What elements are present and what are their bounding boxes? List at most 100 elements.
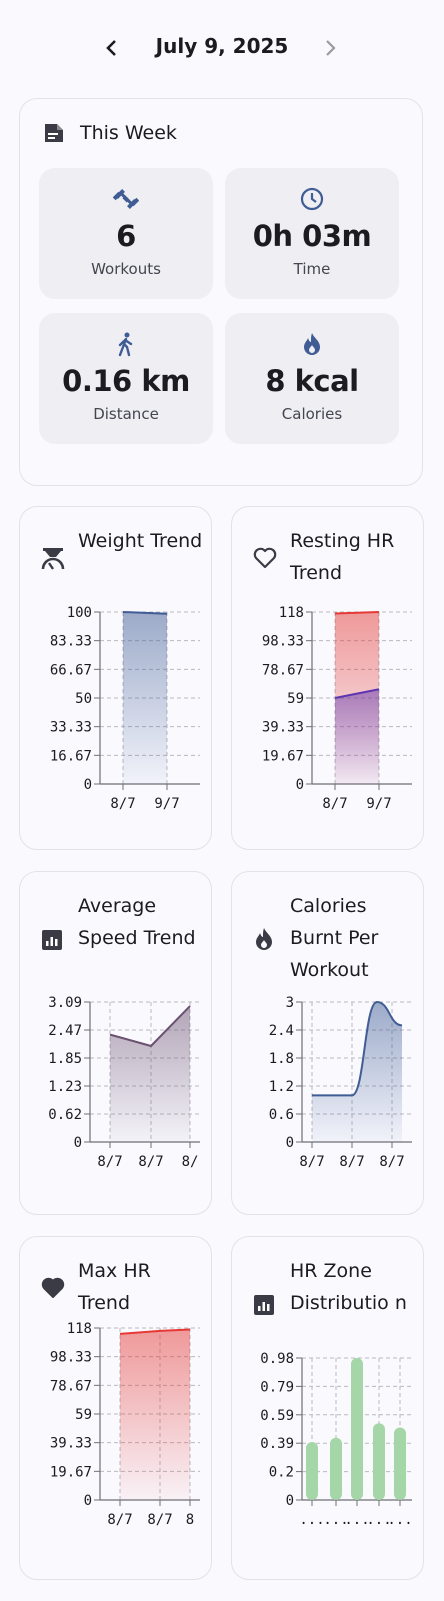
y-tick-label: 118	[279, 605, 304, 621]
y-tick-label: 66.67	[50, 662, 92, 678]
x-tick-label: 8/7	[107, 1512, 132, 1528]
x-tick-label: 8/7	[97, 1154, 122, 1170]
y-tick-label: 0.39	[260, 1436, 294, 1452]
this-week-title: This Week	[80, 122, 177, 144]
x-tick-label: 8/	[182, 1154, 199, 1170]
weight-trend-card[interactable]: Weight Trend 100 83.33 66.67 50 33.33 16.67 0 8…	[19, 506, 212, 850]
this-week-header: This Week	[42, 121, 177, 145]
date-title: July 9, 2025	[155, 34, 289, 58]
y-tick-label: 100	[67, 605, 92, 621]
y-tick-label: 1.85	[48, 1051, 82, 1067]
x-tick-label: 8	[186, 1512, 194, 1528]
bar	[373, 1423, 385, 1500]
x-tick-label: ...	[387, 1512, 412, 1528]
x-tick-label: 8/7	[379, 1154, 404, 1170]
x-tick-label: 8/7	[299, 1154, 324, 1170]
y-tick-label: 0.59	[260, 1408, 294, 1424]
distance-value: 0.16 km	[62, 364, 190, 398]
y-tick-label: 0.2	[269, 1465, 294, 1481]
y-tick-label: 1.23	[48, 1079, 82, 1095]
series-area	[110, 1006, 190, 1142]
time-value: 0h 03m	[252, 219, 372, 253]
calories-per-workout-card[interactable]: Calories Burnt Per Workout 3 2.4 1.8 1.2 0.6…	[231, 871, 424, 1215]
y-tick-label: 0	[74, 1135, 82, 1151]
y-tick-label: 19.67	[262, 748, 304, 764]
y-tick-label: 1.2	[269, 1079, 294, 1095]
y-tick-label: 78.67	[262, 662, 304, 678]
flame-icon	[304, 333, 320, 355]
resting-hr-trend-card[interactable]: Resting HR Trend 118 98.33 78.67 59 39.33 19.…	[231, 506, 424, 850]
y-tick-label: 3	[286, 995, 294, 1011]
y-tick-label: 0	[286, 1493, 294, 1509]
y-tick-label: 33.33	[50, 720, 92, 736]
x-tick-label: 9/7	[366, 796, 391, 812]
y-tick-label: 1.8	[269, 1051, 294, 1067]
weight-trend-chart: 100 83.33 66.67 50 33.33 16.67 0 8/7 9/7	[50, 605, 200, 812]
time-label: Time	[293, 260, 331, 278]
time-stat: 0h 03m Time	[225, 168, 399, 299]
y-tick-label: 98.33	[50, 1350, 92, 1366]
bar	[351, 1358, 363, 1500]
max-hr-trend-card[interactable]: Max HR Trend 118 98.33 78.67 59 39.33 19.67 0 8…	[19, 1236, 212, 1580]
calories-per-workout-chart: 3 2.4 1.8 1.2 0.6 0 8/7 8/7 8/7	[269, 995, 412, 1170]
distance-stat: 0.16 km Distance	[39, 313, 213, 444]
series-area	[312, 1002, 402, 1142]
y-tick-label: 16.67	[50, 748, 92, 764]
y-tick-label: 118	[67, 1321, 92, 1337]
x-tick-label: 9/7	[154, 796, 179, 812]
y-tick-label: 0.62	[48, 1107, 82, 1123]
x-tick-label: 8/7	[322, 796, 347, 812]
note-icon	[45, 124, 63, 142]
y-tick-label: 39.33	[50, 1436, 92, 1452]
walking-icon	[118, 332, 133, 357]
calories-label: Calories	[281, 405, 343, 423]
y-tick-label: 0.6	[269, 1107, 294, 1123]
average-speed-trend-card[interactable]: Average Speed Trend 3.09 2.47 1.85 1.23 0.62…	[19, 871, 212, 1215]
distance-label: Distance	[93, 405, 159, 423]
this-week-card: This Week 6 Workouts 0h 03m Time 0.16 km…	[19, 98, 423, 486]
max-hr-trend-chart: 118 98.33 78.67 59 39.33 19.67 0 8/7 8/7 8	[50, 1321, 200, 1528]
x-tick-label: ...	[299, 1512, 324, 1528]
series-area	[120, 1329, 190, 1500]
bar	[306, 1442, 318, 1500]
x-tick-label: 8/7	[147, 1512, 172, 1528]
y-tick-label: 59	[287, 691, 304, 707]
calories-value: 8 kcal	[265, 364, 359, 398]
dumbbell-icon	[113, 189, 139, 209]
y-tick-label: 2.47	[48, 1023, 82, 1039]
clock-icon	[300, 187, 324, 211]
y-tick-label: 3.09	[48, 995, 82, 1011]
x-tick-label: 8/7	[138, 1154, 163, 1170]
hr-zone-distribution-card[interactable]: HR Zone Distributio n 0.98 0.79 0.59 0.39 0.…	[231, 1236, 424, 1580]
y-tick-label: 50	[75, 691, 92, 707]
y-tick-label: 0.79	[260, 1379, 294, 1395]
resting-hr-trend-chart: 118 98.33 78.67 59 39.33 19.67 0 8/7 9/7	[262, 605, 412, 812]
y-tick-label: 39.33	[262, 720, 304, 736]
y-tick-label: 0	[286, 1135, 294, 1151]
workouts-stat: 6 Workouts	[39, 168, 213, 299]
y-tick-label: 59	[75, 1407, 92, 1423]
calories-stat: 8 kcal Calories	[225, 313, 399, 444]
y-tick-label: 0	[296, 777, 304, 793]
series-area	[335, 689, 379, 784]
y-tick-label: 83.33	[50, 634, 92, 650]
y-tick-label: 2.4	[269, 1023, 294, 1039]
bar	[394, 1427, 406, 1500]
x-tick-label: 8/7	[110, 796, 135, 812]
y-tick-label: 0	[84, 777, 92, 793]
y-tick-label: 0.98	[260, 1351, 294, 1367]
y-tick-label: 98.33	[262, 634, 304, 650]
workouts-label: Workouts	[91, 260, 161, 278]
x-tick-label: 8/7	[339, 1154, 364, 1170]
series-area	[123, 612, 167, 784]
chevron-right-icon	[326, 40, 336, 56]
next-day-button[interactable]	[312, 30, 348, 66]
date-header: July 9, 2025	[0, 0, 444, 98]
workouts-value: 6	[116, 219, 136, 253]
bar	[330, 1437, 342, 1500]
y-tick-label: 0	[84, 1493, 92, 1509]
hr-zone-distribution-chart: 0.980.790.590.390.20...............	[260, 1351, 412, 1528]
y-tick-label: 78.67	[50, 1378, 92, 1394]
average-speed-trend-chart: 3.09 2.47 1.85 1.23 0.62 0 8/7 8/7 8/	[48, 995, 200, 1170]
y-tick-label: 19.67	[50, 1464, 92, 1480]
